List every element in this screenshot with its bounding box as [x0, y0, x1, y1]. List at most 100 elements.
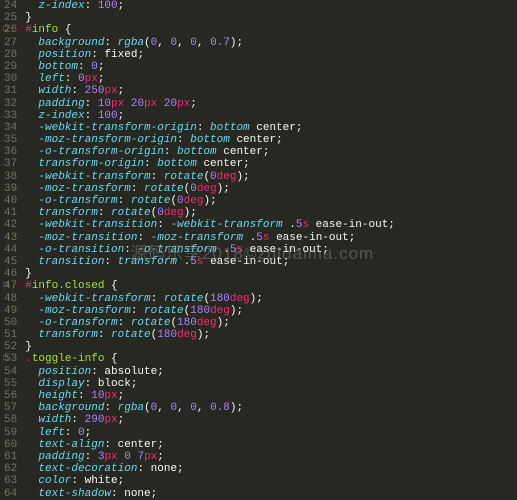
code-token: [25, 232, 38, 244]
code-token: }: [25, 268, 32, 280]
code-area[interactable]: z-index: 100;}#info { background: rgba(0…: [23, 0, 395, 500]
code-token: ,: [177, 402, 190, 414]
code-token: [25, 414, 38, 426]
code-line[interactable]: padding: 10px 20px 20px;: [25, 98, 395, 110]
code-line[interactable]: width: 290px;: [25, 414, 395, 426]
code-token: 0: [157, 207, 164, 219]
code-line[interactable]: -o-transform: rotate(180deg);: [25, 317, 395, 329]
code-line[interactable]: }: [25, 12, 395, 24]
code-token: ;: [256, 293, 263, 305]
code-line[interactable]: left: 0px;: [25, 73, 395, 85]
code-token: ;: [85, 427, 92, 439]
code-line[interactable]: width: 250px;: [25, 85, 395, 97]
code-token: 0: [124, 451, 131, 463]
code-line[interactable]: -o-transition: -o-transform .5s ease-in-…: [25, 244, 395, 256]
code-line[interactable]: -moz-transform: rotate(180deg);: [25, 305, 395, 317]
code-line[interactable]: -webkit-transition: -webkit-transform .5…: [25, 219, 395, 231]
code-token: ): [230, 402, 237, 414]
code-line[interactable]: background: rgba(0, 0, 0, 0.7);: [25, 37, 395, 49]
code-token: center: [118, 439, 158, 451]
code-token: ;: [236, 305, 243, 317]
code-line[interactable]: -o-transform-origin: bottom center;: [25, 146, 395, 158]
fold-marker-icon[interactable]: □: [3, 280, 8, 292]
code-token: :: [151, 171, 164, 183]
code-line[interactable]: position: absolute;: [25, 366, 395, 378]
code-token: 0: [190, 37, 197, 49]
fold-marker-icon[interactable]: □: [3, 24, 8, 36]
code-token: ;: [223, 317, 230, 329]
code-line[interactable]: z-index: 100;: [25, 0, 395, 12]
code-token: :: [78, 390, 91, 402]
code-line[interactable]: transform: rotate(180deg);: [25, 329, 395, 341]
code-token: absolute: [104, 366, 157, 378]
code-token: ;: [190, 98, 197, 110]
code-token: ease-in-out: [269, 232, 348, 244]
code-token: #: [25, 24, 32, 36]
code-token: -o-transform-origin: [38, 146, 163, 158]
code-line[interactable]: -webkit-transform: rotate(0deg);: [25, 171, 395, 183]
code-token: :: [177, 134, 190, 146]
code-token: ;: [237, 37, 244, 49]
code-line[interactable]: -moz-transform: rotate(0deg);: [25, 183, 395, 195]
code-token: 20: [131, 98, 144, 110]
code-token: ;: [157, 366, 164, 378]
code-editor[interactable]: 242526□272829303132333435363738394041424…: [0, 0, 517, 500]
line-number: 33: [4, 110, 17, 122]
line-number: 56: [4, 390, 17, 402]
line-number: 45: [4, 256, 17, 268]
code-token: [25, 171, 38, 183]
code-token: ;: [243, 171, 250, 183]
code-line[interactable]: .toggle-info {: [25, 353, 395, 365]
code-line[interactable]: background: rgba(0, 0, 0, 0.8);: [25, 402, 395, 414]
code-line[interactable]: display: block;: [25, 378, 395, 390]
code-line[interactable]: }: [25, 341, 395, 353]
code-line[interactable]: padding: 3px 0 7px;: [25, 451, 395, 463]
code-token: px: [177, 98, 190, 110]
code-line[interactable]: left: 0;: [25, 427, 395, 439]
code-token: ,: [177, 37, 190, 49]
code-line[interactable]: text-align: center;: [25, 439, 395, 451]
code-line[interactable]: transition: transform .5s ease-in-out;: [25, 256, 395, 268]
line-number: 47□: [4, 280, 17, 292]
code-line[interactable]: -moz-transition: -moz-transform .5s ease…: [25, 232, 395, 244]
code-line[interactable]: }: [25, 268, 395, 280]
code-token: info.closed: [32, 280, 105, 292]
code-token: 0: [91, 61, 98, 73]
code-line[interactable]: transform: rotate(0deg);: [25, 207, 395, 219]
code-token: [25, 49, 38, 61]
code-line[interactable]: text-shadow: none;: [25, 488, 395, 500]
code-line[interactable]: position: fixed;: [25, 49, 395, 61]
line-number: 62: [4, 463, 17, 475]
code-token: 0: [78, 427, 85, 439]
code-line[interactable]: text-decoration: none;: [25, 463, 395, 475]
code-token: [25, 475, 38, 487]
code-line[interactable]: -moz-transform-origin: bottom center;: [25, 134, 395, 146]
code-line[interactable]: #info.closed {: [25, 280, 395, 292]
code-token: bottom: [38, 61, 78, 73]
code-line[interactable]: color: white;: [25, 475, 395, 487]
code-line[interactable]: height: 10px;: [25, 390, 395, 402]
code-line[interactable]: transform-origin: bottom center;: [25, 158, 395, 170]
code-line[interactable]: bottom: 0;: [25, 61, 395, 73]
code-token: :: [85, 98, 98, 110]
code-line[interactable]: #info {: [25, 24, 395, 36]
code-token: .: [177, 256, 190, 268]
code-line[interactable]: -o-transform: rotate(0deg);: [25, 195, 395, 207]
line-number: 51: [4, 329, 17, 341]
code-token: -moz-transform: [38, 183, 130, 195]
code-token: [25, 439, 38, 451]
line-number: 54: [4, 366, 17, 378]
code-token: [25, 402, 38, 414]
code-line[interactable]: -webkit-transform-origin: bottom center;: [25, 122, 395, 134]
code-token: ;: [157, 451, 164, 463]
fold-marker-icon[interactable]: □: [3, 353, 8, 365]
code-token: position: [38, 366, 91, 378]
code-token: toggle-info: [32, 353, 105, 365]
code-line[interactable]: -webkit-transform: rotate(180deg);: [25, 293, 395, 305]
code-line[interactable]: z-index: 100;: [25, 110, 395, 122]
code-token: block: [98, 378, 131, 390]
code-token: z-index: [38, 0, 84, 12]
line-number: 28: [4, 49, 17, 61]
code-token: 10: [98, 98, 111, 110]
code-token: ,: [197, 402, 210, 414]
